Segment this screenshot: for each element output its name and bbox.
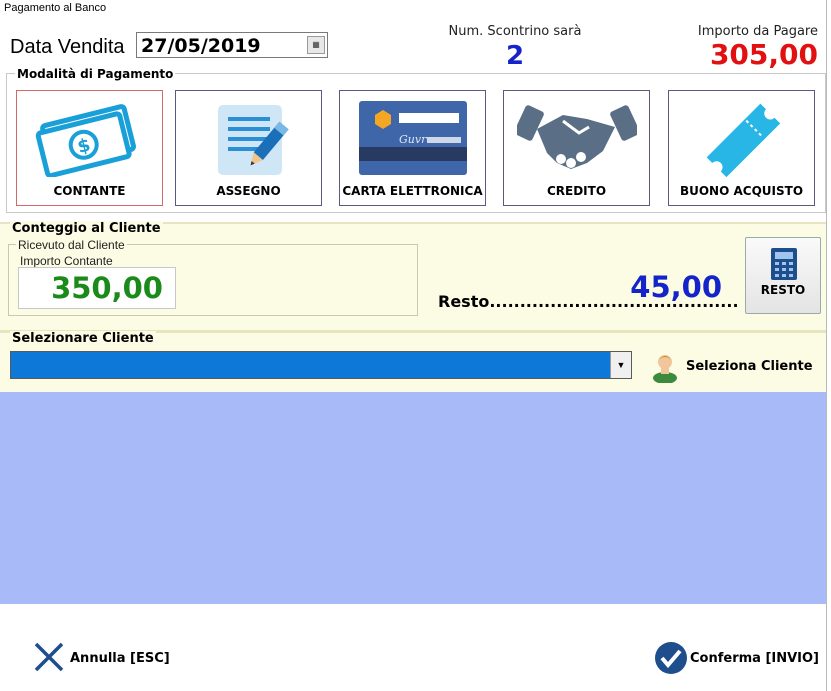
- credit-card-icon: Guvre: [358, 101, 467, 175]
- calendar-icon[interactable]: ▦: [307, 36, 325, 54]
- date-value: 27/05/2019: [141, 35, 261, 57]
- user-icon: [653, 355, 677, 383]
- chevron-down-icon[interactable]: ▼: [610, 352, 631, 378]
- change-value: 45,00: [630, 270, 722, 304]
- select-client-button[interactable]: Seleziona Cliente: [650, 350, 820, 383]
- checkmark-icon: [655, 642, 687, 674]
- pay-check-button[interactable]: ASSEGNO: [175, 90, 322, 206]
- cancel-label: Annulla [ESC]: [70, 651, 170, 666]
- pay-credit-button[interactable]: CREDITO: [503, 90, 650, 206]
- payment-method-group: Modalità di Pagamento $ CONTANTE ASSEGNO…: [6, 67, 826, 213]
- handshake-icon: [516, 105, 637, 169]
- amount-due-label: Importo da Pagare: [697, 24, 818, 39]
- cash-amount-label: Importo Contante: [20, 254, 113, 268]
- close-icon: [34, 642, 64, 672]
- pay-cash-button[interactable]: $ CONTANTE: [16, 90, 163, 206]
- count-group-title: Conteggio al Cliente: [10, 221, 163, 236]
- confirm-label: Conferma [INVIO]: [690, 651, 820, 666]
- pay-card-button[interactable]: Guvre CARTA ELETTRONICA: [339, 90, 486, 206]
- receipt-number-label: Num. Scontrino sarà: [448, 24, 582, 39]
- pay-card-label: CARTA ELETTRONICA: [342, 184, 483, 198]
- client-select[interactable]: ▼: [10, 351, 632, 379]
- cash-icon: $: [35, 104, 136, 177]
- pay-check-label: ASSEGNO: [216, 184, 281, 198]
- check-icon: [217, 105, 289, 175]
- received-title: Ricevuto dal Cliente: [16, 238, 127, 252]
- select-client-label: Seleziona Cliente: [686, 359, 813, 374]
- voucher-icon: [706, 103, 780, 178]
- pay-credit-label: CREDITO: [546, 184, 607, 198]
- change-button-label: RESTO: [760, 283, 806, 297]
- amount-due-value: 305,00: [709, 38, 818, 71]
- cancel-button[interactable]: Annulla [ESC]: [32, 640, 192, 676]
- confirm-button[interactable]: Conferma [INVIO]: [654, 640, 824, 676]
- receipt-number-value: 2: [505, 41, 525, 71]
- calculator-icon: [771, 248, 797, 280]
- date-label: Data Vendita: [10, 36, 125, 58]
- pay-cash-label: CONTANTE: [53, 184, 126, 198]
- payment-method-title: Modalità di Pagamento: [15, 67, 176, 81]
- window-edge: [826, 0, 831, 691]
- client-group-title: Selezionare Cliente: [10, 331, 156, 346]
- pay-voucher-label: BUONO ACQUISTO: [679, 184, 804, 198]
- window-title: Pagamento al Banco: [4, 2, 107, 14]
- date-input[interactable]: 27/05/2019 ▦: [136, 32, 328, 58]
- pay-voucher-button[interactable]: BUONO ACQUISTO: [668, 90, 815, 206]
- cash-amount-value: 350,00: [51, 271, 163, 305]
- client-detail-area: [0, 392, 831, 604]
- change-button[interactable]: RESTO: [745, 237, 821, 314]
- cash-amount-input[interactable]: 350,00: [18, 267, 176, 309]
